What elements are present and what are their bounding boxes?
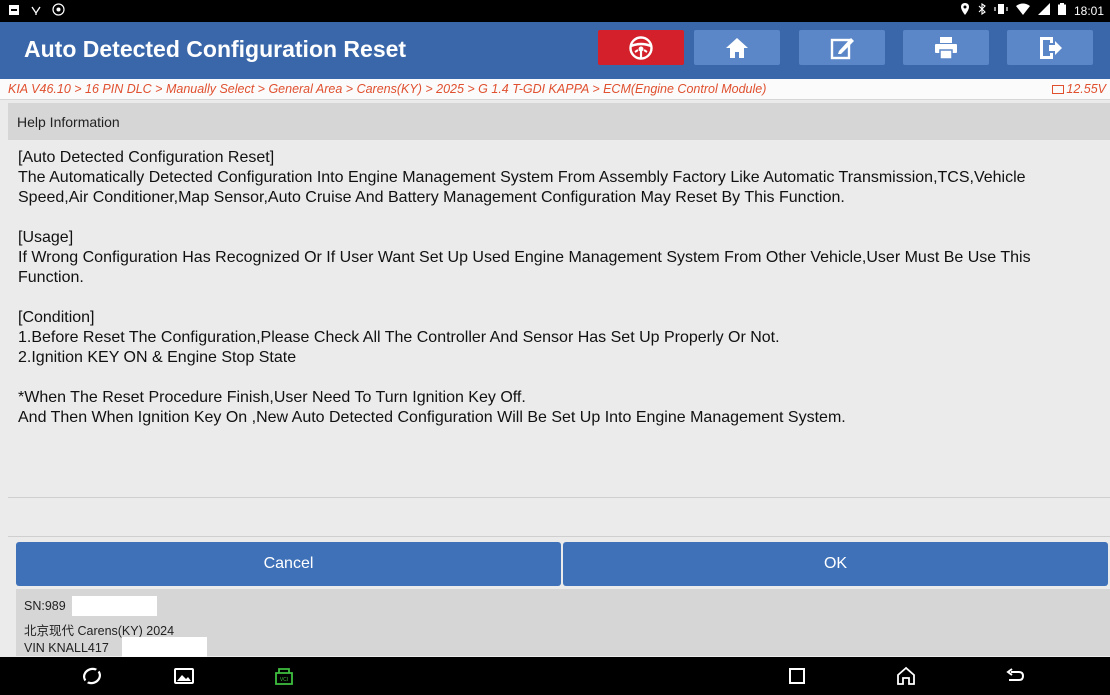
recents-icon: [789, 668, 805, 684]
location-icon: [960, 3, 970, 18]
edit-button[interactable]: [799, 30, 885, 65]
battery-icon: [1057, 3, 1066, 18]
print-icon: [935, 36, 957, 60]
wifi-icon: [1015, 3, 1030, 18]
edit-icon: [830, 37, 854, 59]
svg-text:VCI: VCI: [280, 677, 288, 683]
help-condition-2: 2.Ignition KEY ON & Engine Stop State: [18, 349, 297, 366]
breadcrumb-bar: KIA V46.10 > 16 PIN DLC > Manually Selec…: [0, 79, 1110, 100]
home-nav-button[interactable]: [894, 664, 918, 688]
cancel-button[interactable]: Cancel: [16, 542, 561, 586]
home-outline-icon: [897, 666, 915, 685]
vci-button[interactable]: VCI: [272, 664, 296, 688]
bluetooth-icon: [978, 2, 986, 18]
browser-button[interactable]: [80, 664, 104, 688]
home-icon: [726, 37, 748, 58]
section-header: Help Information: [8, 103, 1110, 140]
gallery-icon: [174, 668, 194, 684]
help-text-reset: The Automatically Detected Configuration…: [18, 169, 1026, 206]
back-icon: [1006, 668, 1025, 681]
redaction-box: [122, 637, 207, 657]
help-text-usage: If Wrong Configuration Has Recognized Or…: [18, 249, 1031, 286]
browser-icon: [83, 667, 101, 685]
usb-icon: [30, 4, 42, 20]
help-heading-usage: [Usage]: [18, 229, 74, 246]
home-button[interactable]: [694, 30, 780, 65]
print-button[interactable]: [903, 30, 989, 65]
signal-icon: [1037, 3, 1050, 18]
help-note-1: *When The Reset Procedure Finish,User Ne…: [18, 389, 526, 406]
help-note-2: And Then When Ignition Key On ,New Auto …: [18, 409, 846, 426]
gallery-button[interactable]: [172, 664, 196, 688]
action-buttons: Cancel OK: [16, 542, 1108, 586]
page-title: Auto Detected Configuration Reset: [24, 36, 407, 62]
car-battery-icon: [1052, 84, 1065, 94]
steering-wheel-icon: [629, 35, 653, 60]
device-info-panel: SN:989 北京现代 Carens(KY) 2024 VIN KNALL417: [16, 589, 1110, 657]
record-icon: [52, 3, 65, 20]
vci-icon: VCI: [275, 668, 293, 685]
steering-wheel-button[interactable]: [598, 30, 684, 65]
help-condition-1: 1.Before Reset The Configuration,Please …: [18, 329, 780, 346]
serial-number: SN:989: [24, 599, 66, 613]
help-heading-reset: [Auto Detected Configuration Reset]: [18, 149, 275, 166]
back-button[interactable]: [1003, 664, 1027, 688]
ok-button[interactable]: OK: [563, 542, 1108, 586]
redaction-box: [72, 596, 157, 616]
help-content: [Auto Detected Configuration Reset] The …: [8, 140, 1110, 496]
content-divider: [8, 497, 1110, 537]
exit-button[interactable]: [1007, 30, 1093, 65]
title-bar: Auto Detected Configuration Reset: [0, 22, 1110, 79]
battery-voltage: 12.55V: [1052, 82, 1106, 96]
recents-button[interactable]: [785, 664, 809, 688]
help-heading-condition: [Condition]: [18, 309, 95, 326]
status-bar: 18:01: [0, 0, 1110, 22]
exit-icon: [1040, 36, 1062, 59]
vibrate-icon: [994, 3, 1008, 18]
clock: 18:01: [1073, 3, 1104, 18]
vin-number: VIN KNALL417: [24, 641, 109, 655]
voltage-value: 12.55V: [1066, 82, 1106, 96]
notification-icon: [8, 4, 20, 20]
breadcrumb: KIA V46.10 > 16 PIN DLC > Manually Selec…: [8, 82, 767, 96]
section-title: Help Information: [17, 114, 120, 130]
navigation-bar: VCI: [0, 657, 1110, 695]
